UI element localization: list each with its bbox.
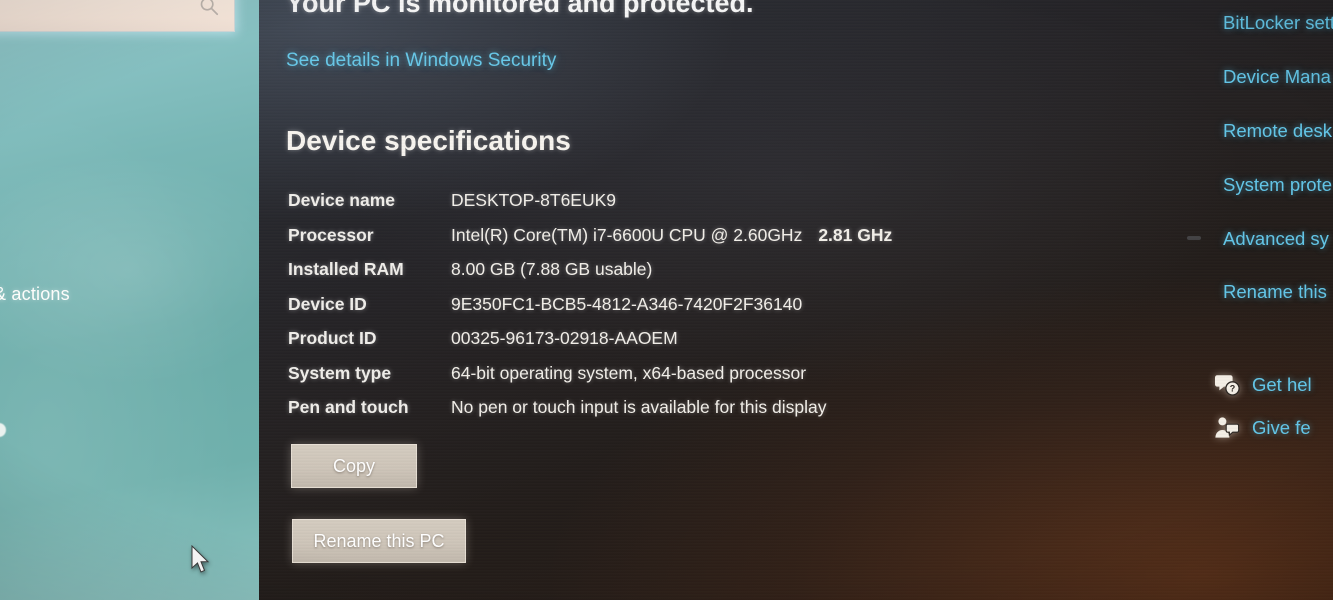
system-protection-link[interactable]: System prote <box>1223 174 1332 196</box>
see-details-windows-security-link[interactable]: See details in Windows Security <box>286 50 556 72</box>
spec-value: 00325-96173-02918-AAOEM <box>451 328 678 348</box>
spec-label: Device ID <box>288 293 367 314</box>
processor-speed: 2.81 GHz <box>818 224 893 245</box>
spec-label: System type <box>288 362 392 383</box>
bitlocker-settings-link[interactable]: BitLocker sett <box>1223 12 1333 34</box>
processor-model: Intel(R) Core(TM) i7-6600U CPU @ 2.60GHz <box>451 224 803 245</box>
spec-value: 8.00 GB (7.88 GB usable) <box>451 259 653 279</box>
scrollbar-fragment[interactable] <box>1187 236 1201 240</box>
table-row: Device name DESKTOP-8T6EUK9 <box>288 190 1188 225</box>
device-specifications-table: Device name DESKTOP-8T6EUK9 Processor In… <box>288 190 1188 432</box>
spec-value: Intel(R) Core(TM) i7-6600U CPU @ 2.60GHz… <box>451 225 892 246</box>
mouse-cursor-icon <box>191 545 210 573</box>
about-main-panel: Your PC is monitored and protected. See … <box>259 0 1333 600</box>
table-row: Device ID 9E350FC1-BCB5-4812-A346-7420F2… <box>288 294 1188 329</box>
spec-value: 9E350FC1-BCB5-4812-A346-7420F2F36140 <box>451 293 803 314</box>
copy-button[interactable]: Copy <box>291 444 417 488</box>
get-help-row[interactable]: ? Get hel <box>1214 372 1312 398</box>
rename-this-pc-link[interactable]: Rename this <box>1223 281 1327 303</box>
spec-label: Product ID <box>288 328 377 348</box>
table-row: Processor Intel(R) Core(TM) i7-6600U CPU… <box>288 225 1188 260</box>
spec-value: DESKTOP-8T6EUK9 <box>451 190 617 210</box>
spec-label: Device name <box>288 190 396 210</box>
table-row: System type 64-bit operating system, x64… <box>288 363 1188 398</box>
spec-value: 64-bit operating system, x64-based proce… <box>451 362 807 383</box>
settings-about-screenshot: & actions Your PC is monitored and prote… <box>0 0 1333 600</box>
table-row: Pen and touch No pen or touch input is a… <box>288 397 1188 432</box>
settings-left-sidebar: & actions <box>0 0 259 600</box>
feedback-person-bubble-icon <box>1215 417 1240 438</box>
remote-desktop-link[interactable]: Remote desk <box>1223 120 1332 142</box>
spec-value: No pen or touch input is available for t… <box>451 397 827 417</box>
give-feedback-label: Give fe <box>1252 417 1311 438</box>
give-feedback-row[interactable]: Give fe <box>1214 415 1311 441</box>
spec-label: Processor <box>288 224 374 245</box>
table-row: Installed RAM 8.00 GB (7.88 GB usable) <box>288 259 1188 294</box>
related-settings-rail: BitLocker sett Device Mana Remote desk S… <box>1187 0 1333 600</box>
table-row: Product ID 00325-96173-02918-AAOEM <box>288 328 1188 363</box>
svg-text:?: ? <box>1230 384 1236 394</box>
get-help-label: Get hel <box>1252 374 1312 395</box>
device-specifications-heading: Device specifications <box>286 125 571 156</box>
search-icon <box>200 0 219 16</box>
pc-protected-heading: Your PC is monitored and protected. <box>286 0 754 18</box>
device-manager-link[interactable]: Device Mana <box>1223 66 1331 88</box>
help-question-bubble-icon: ? <box>1215 375 1240 396</box>
spec-label: Installed RAM <box>288 259 404 279</box>
rename-this-pc-button[interactable]: Rename this PC <box>292 519 466 563</box>
search-input[interactable] <box>0 0 235 32</box>
sidebar-partial-icon <box>0 423 6 437</box>
advanced-system-settings-link[interactable]: Advanced sy <box>1223 228 1329 250</box>
spec-label: Pen and touch <box>288 397 409 417</box>
sidebar-item-notifications-and-actions[interactable]: & actions <box>0 284 70 305</box>
